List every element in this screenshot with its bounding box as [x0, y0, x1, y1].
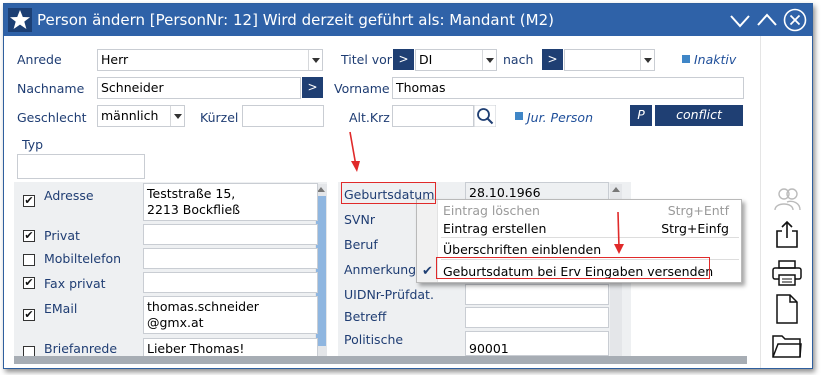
privat-checkbox[interactable]: ✔: [23, 230, 35, 242]
titel-vor-lookup-button[interactable]: >: [393, 49, 414, 70]
uidnr-pruefdat-field[interactable]: [465, 284, 609, 305]
svnr-label: SVNr: [344, 212, 375, 227]
email-checkbox[interactable]: ✔: [23, 309, 35, 321]
vorname-label: Vorname: [334, 81, 390, 96]
briefanrede-label: Briefanrede: [44, 341, 118, 356]
menu-item-label: Überschriften einblenden: [443, 242, 602, 257]
geschlecht-select[interactable]: männlich: [97, 105, 185, 127]
chevron-down-icon[interactable]: [728, 8, 752, 32]
geburtsdatum-value: 28.10.1966: [469, 185, 541, 200]
adresse-line-2: 2213 Bockfließ: [147, 202, 241, 217]
adresse-line-1: Teststraße 15,: [147, 186, 236, 201]
titel-vor-label: Titel vor: [341, 52, 392, 67]
inaktiv-label[interactable]: Inaktiv: [694, 52, 736, 67]
typ-field[interactable]: [17, 154, 145, 179]
action-sidebar: [760, 36, 812, 368]
briefanrede-value: Lieber Thomas!: [147, 341, 245, 356]
geschlecht-value: männlich: [101, 108, 159, 123]
alt-krz-field[interactable]: [392, 105, 474, 127]
titel-vor-value: DI: [419, 52, 433, 67]
arrow-down-icon: [614, 211, 624, 254]
persons-icon[interactable]: [773, 186, 801, 212]
conflict-check-button[interactable]: conflict check: [655, 105, 743, 142]
nachname-value: Schneider: [101, 80, 164, 95]
chevron-down-icon[interactable]: [640, 50, 654, 70]
annotation-box-geburtsdatum: [341, 182, 436, 204]
person-edit-window: Person ändern [PersonNr: 12] Wird derzei…: [3, 3, 813, 369]
typ-label: Typ: [22, 137, 44, 152]
nachname-label: Nachname: [17, 81, 85, 96]
email-line-2: @gmx.at: [147, 315, 204, 330]
mobiltelefon-label: Mobiltelefon: [44, 251, 122, 266]
arrow-down-icon: [349, 131, 360, 172]
fax-privat-checkbox[interactable]: ✔: [23, 277, 35, 289]
horizontal-scrollbar[interactable]: [14, 356, 747, 364]
anrede-select[interactable]: Herr: [97, 49, 323, 71]
search-icon[interactable]: [474, 105, 496, 127]
annotation-box-menu-item: [436, 257, 710, 279]
share-icon[interactable]: [774, 220, 800, 248]
fax-privat-field[interactable]: [143, 272, 318, 293]
nach-lookup-button[interactable]: >: [542, 49, 563, 70]
check-icon: ✔: [422, 264, 433, 279]
beruf-label: Beruf: [344, 237, 378, 252]
menu-item-shortcut: Strg+Entf: [667, 203, 729, 218]
chevron-down-icon[interactable]: [308, 50, 322, 70]
vorname-value: Thomas: [396, 80, 446, 95]
mobiltelefon-field[interactable]: [143, 248, 318, 269]
chevron-up-icon[interactable]: [755, 8, 779, 32]
politische-field[interactable]: 90001: [465, 331, 609, 356]
title-bar: Person ändern [PersonNr: 12] Wird derzei…: [4, 4, 812, 36]
vorname-field[interactable]: Thomas: [392, 77, 744, 99]
anrede-value: Herr: [101, 52, 129, 67]
politische-value: 90001: [469, 341, 509, 356]
anrede-label: Anrede: [17, 52, 62, 67]
uidnr-pruefdat-label: UIDNr-Prüfdat.: [344, 287, 434, 302]
betreff-label: Betreff: [344, 309, 387, 324]
menu-item-label: Eintrag erstellen: [443, 221, 547, 236]
nachname-field[interactable]: Schneider: [97, 77, 301, 99]
anmerkung-label: Anmerkung: [344, 262, 417, 277]
jur-person-label[interactable]: Jur. Person: [527, 110, 593, 125]
jur-person-indicator[interactable]: [515, 112, 523, 120]
politische-label: Politische: [344, 332, 404, 347]
email-line-1: thomas.schneider: [147, 299, 259, 314]
nach-label: nach: [503, 52, 534, 67]
menu-item-shortcut: Strg+Einfg: [661, 221, 729, 236]
folder-icon[interactable]: [772, 332, 802, 358]
nachname-lookup-button[interactable]: >: [302, 77, 323, 98]
privat-label: Privat: [44, 228, 80, 243]
menu-item-label: Eintrag löschen: [443, 203, 540, 218]
chevron-down-icon[interactable]: [170, 106, 184, 126]
titel-vor-select[interactable]: DI: [415, 49, 497, 71]
p-button[interactable]: P: [630, 105, 652, 126]
close-icon[interactable]: [783, 8, 807, 32]
kuerzel-field[interactable]: [242, 105, 324, 127]
adresse-checkbox[interactable]: ✔: [23, 195, 35, 207]
kuerzel-label: Kürzel: [200, 110, 239, 125]
document-icon[interactable]: [775, 294, 799, 324]
betreff-field[interactable]: [465, 307, 609, 328]
chevron-down-icon[interactable]: [482, 50, 496, 70]
adresse-field[interactable]: Teststraße 15, 2213 Bockfließ: [143, 183, 318, 221]
inaktiv-indicator[interactable]: [682, 55, 690, 63]
privat-field[interactable]: [143, 224, 318, 245]
geschlecht-label: Geschlecht: [17, 110, 87, 125]
adresse-label: Adresse: [44, 188, 94, 203]
star-icon: [8, 8, 32, 32]
alt-krz-label: Alt.Krz: [349, 110, 390, 125]
menu-separator: [441, 237, 739, 238]
nach-select[interactable]: [564, 49, 655, 71]
print-icon[interactable]: [772, 260, 802, 286]
fax-privat-label: Fax privat: [44, 276, 106, 291]
mobiltelefon-checkbox[interactable]: [23, 254, 35, 266]
email-label: EMail: [44, 301, 78, 316]
email-field[interactable]: thomas.schneider @gmx.at: [143, 296, 318, 334]
window-title: Person ändern [PersonNr: 12] Wird derzei…: [37, 11, 554, 29]
scroll-up-icon[interactable]: [610, 184, 622, 194]
